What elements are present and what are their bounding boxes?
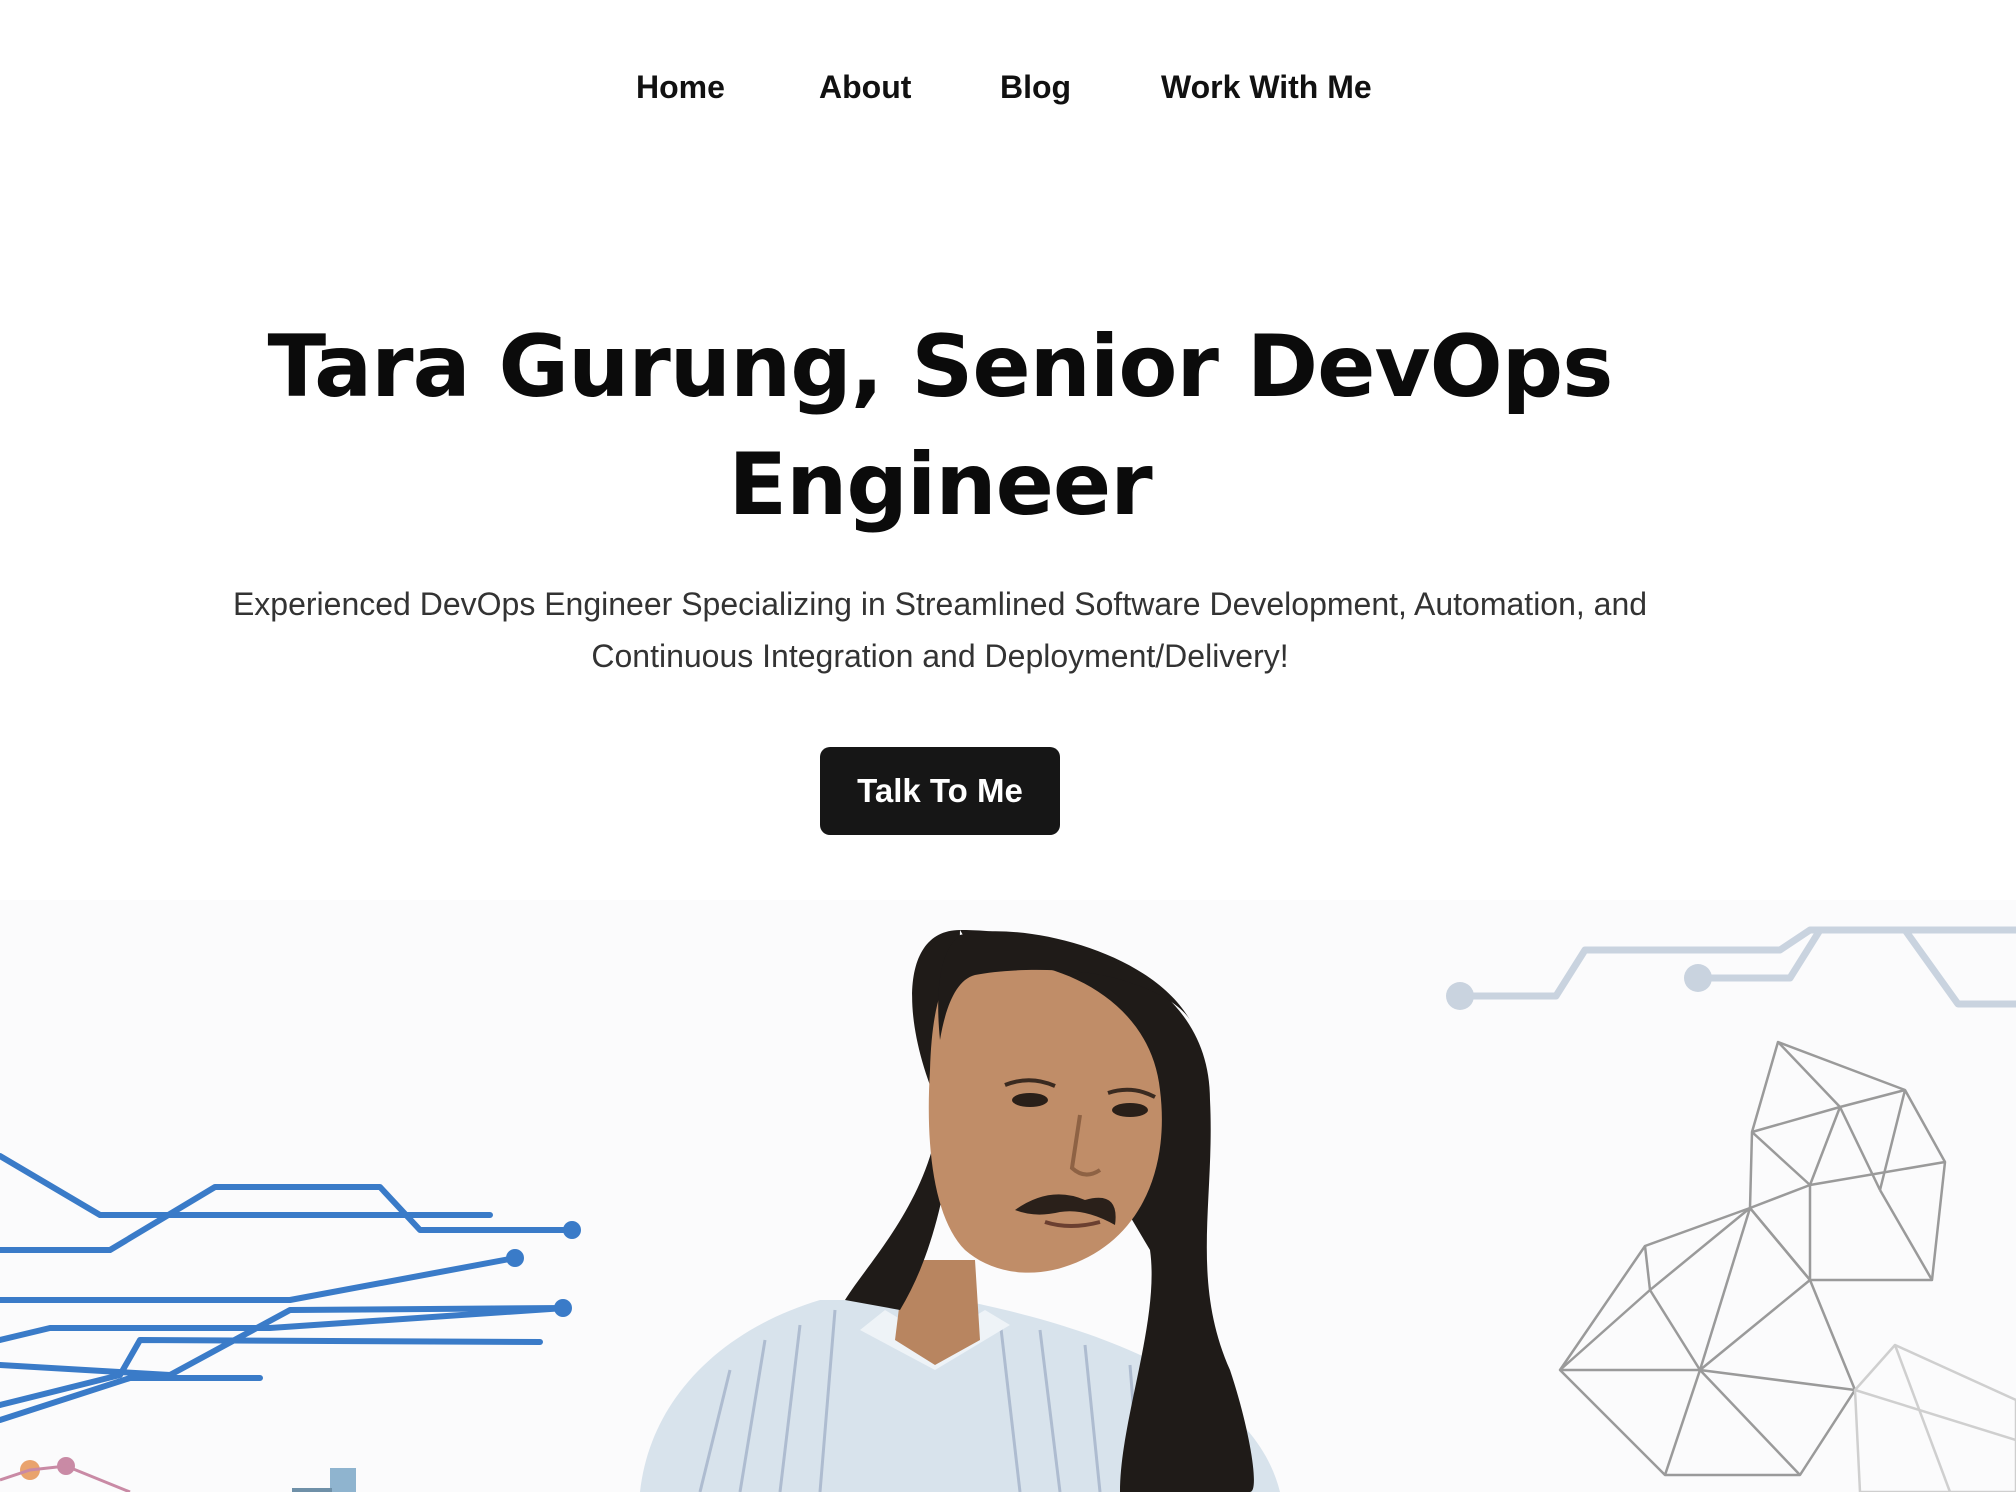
portrait-photo (640, 930, 1280, 1492)
hero-title: Tara Gurung, Senior DevOps Engineer (267, 317, 1614, 535)
circuit-left-graphic (0, 1153, 581, 1423)
hero-subtitle: Experienced DevOps Engineer Specializing… (232, 586, 1648, 674)
nav-about-link[interactable]: About (819, 62, 911, 112)
nav-work-with-me-link[interactable]: Work With Me (1161, 62, 1372, 112)
polygon-mesh-graphic (1558, 1040, 2016, 1492)
main-nav: Home About Blog Work With Me (0, 62, 2016, 112)
circuit-right-graphic (1446, 926, 2016, 1010)
nav-home-link[interactable]: Home (636, 62, 725, 112)
hero-illustration-svg (0, 926, 2016, 1492)
talk-to-me-button[interactable]: Talk To Me (820, 747, 1060, 835)
hero-illustration (0, 900, 2016, 1492)
nav-blog-link[interactable]: Blog (1000, 62, 1071, 112)
decor-dots (0, 1457, 356, 1492)
